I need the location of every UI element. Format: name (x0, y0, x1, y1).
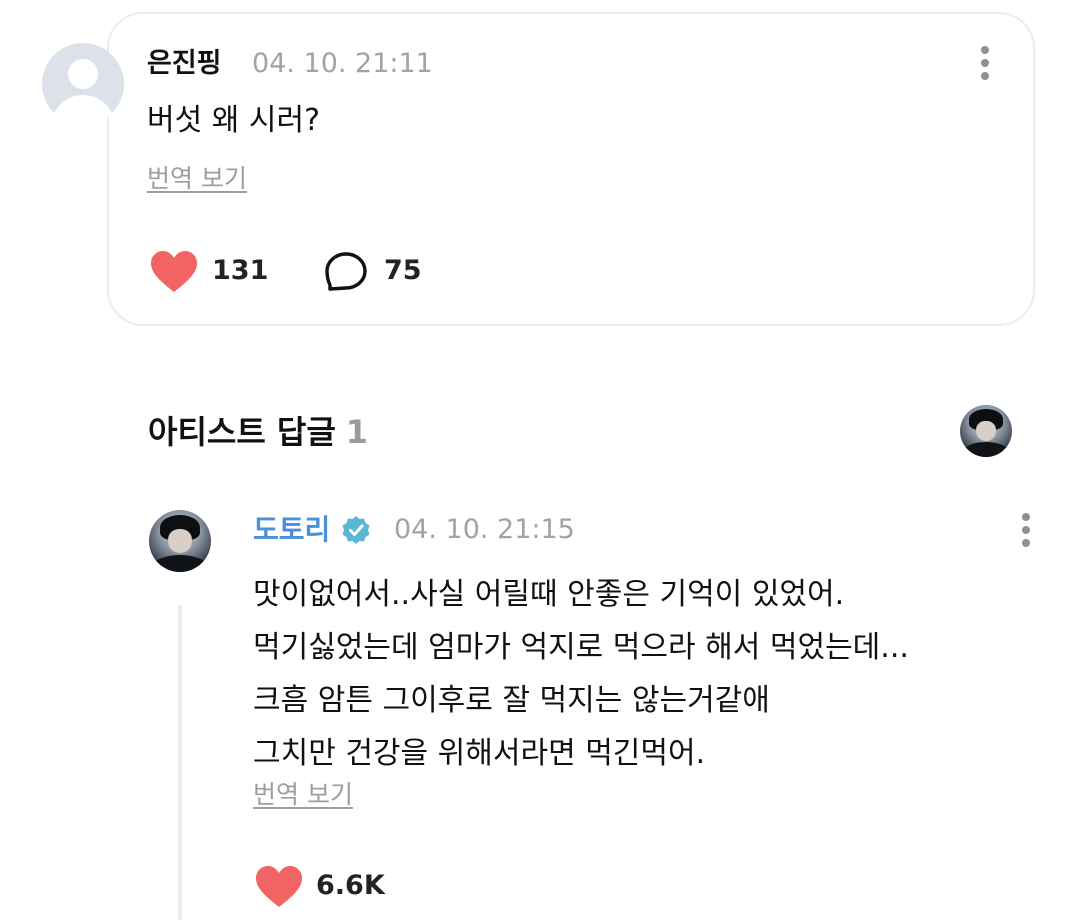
fan-comment-text: 버섯 왜 시러? (147, 103, 320, 138)
avatar-shoulders-shape (152, 554, 208, 572)
more-vertical-icon[interactable] (978, 46, 992, 82)
fan-comment-timestamp: 04. 10. 21:11 (252, 48, 433, 79)
artist-reply-author[interactable]: 도토리 (253, 512, 330, 548)
artist-reply-line: 먹기싫었는데 엄마가 억지로 먹으라 해서 먹었는데... (253, 630, 909, 665)
heart-icon[interactable] (255, 865, 303, 909)
reply-thread-line (178, 605, 182, 920)
avatar-face-shape (975, 420, 997, 442)
comment-thread-page: 은진핑 04. 10. 21:11 버섯 왜 시러? 번역 보기 131 75 … (0, 0, 1080, 920)
fan-comment-author[interactable]: 은진핑 (147, 46, 222, 82)
fan-like-count: 131 (212, 255, 269, 286)
artist-replies-count: 1 (345, 413, 369, 451)
artist-reply-line: 그치만 건강을 위해서라면 먹긴먹어. (253, 736, 706, 771)
avatar-face-shape (167, 528, 193, 554)
artist-translate-link[interactable]: 번역 보기 (253, 777, 353, 813)
artist-filter-avatar[interactable] (960, 405, 1012, 457)
artist-replies-heading: 아티스트 답글 1 (148, 411, 368, 453)
fan-avatar[interactable] (42, 43, 124, 125)
artist-reply-text: 맛이없어서..사실 어릴때 안좋은 기억이 있었어. 먹기싫었는데 엄마가 억지… (253, 568, 909, 780)
avatar-shoulders-shape (962, 442, 1010, 457)
artist-replies-title: 아티스트 답글 (148, 413, 336, 451)
fan-translate-link[interactable]: 번역 보기 (147, 161, 247, 197)
speech-bubble-icon[interactable] (324, 251, 368, 293)
avatar-body-shape (51, 95, 115, 125)
artist-like-count: 6.6K (316, 870, 385, 901)
fan-reply-count: 75 (384, 255, 422, 286)
heart-icon[interactable] (150, 250, 198, 294)
avatar-head-shape (68, 59, 98, 89)
artist-reply-line: 맛이없어서..사실 어릴때 안좋은 기억이 있었어. (253, 577, 845, 612)
artist-reply-timestamp: 04. 10. 21:15 (394, 514, 575, 545)
artist-reply-line: 크흠 암튼 그이후로 잘 먹지는 않는거같애 (253, 683, 770, 718)
verified-badge-icon (342, 516, 370, 544)
more-vertical-icon[interactable] (1019, 513, 1033, 549)
artist-avatar[interactable] (149, 510, 211, 572)
